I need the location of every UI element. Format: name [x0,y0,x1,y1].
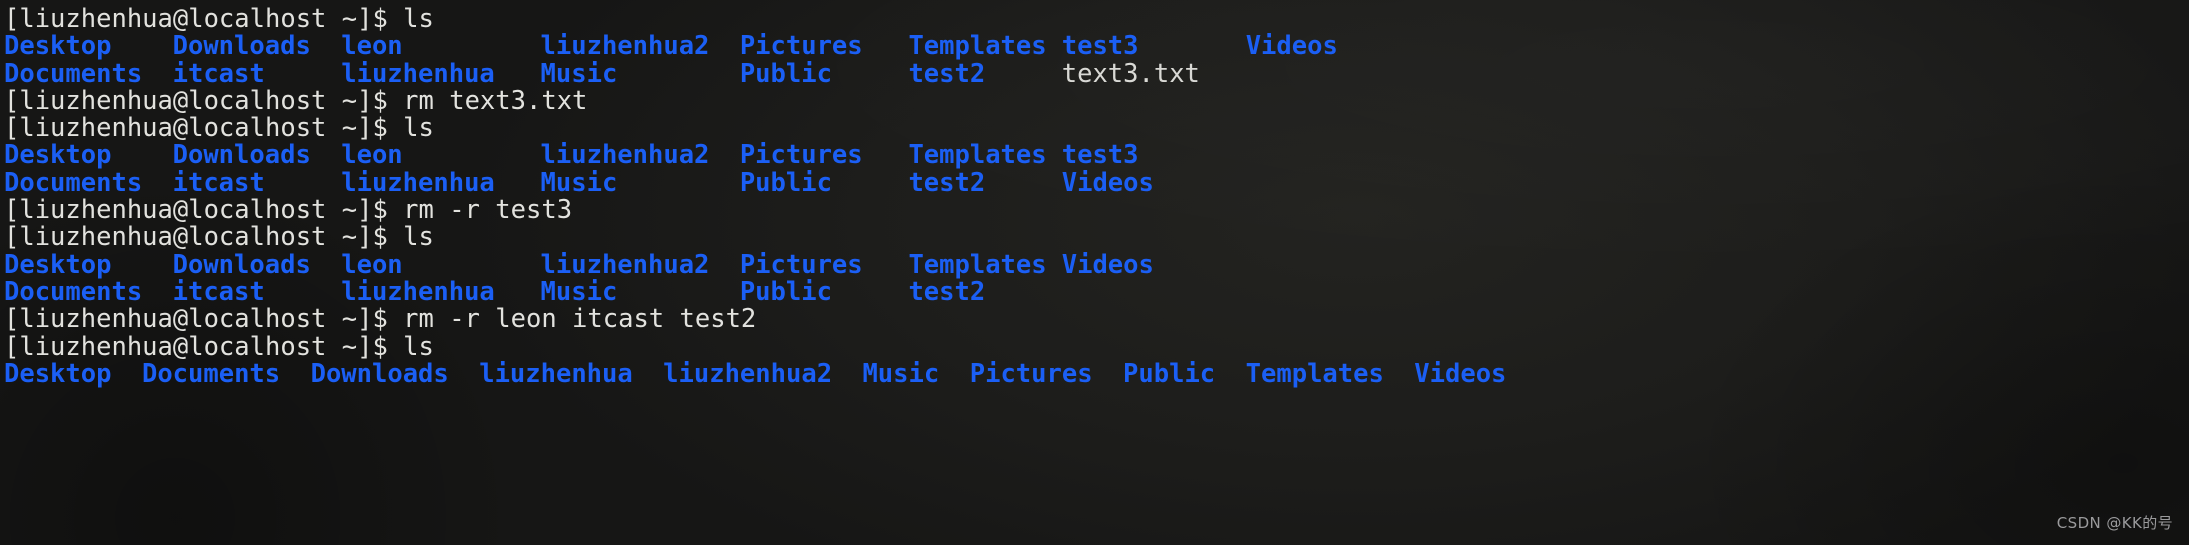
directory-entry: Downloads [172,140,311,171]
directory-entry: Desktop [4,140,112,171]
shell-prompt: [liuzhenhua@localhost ~]$ [4,222,404,253]
shell-command: rm -r leon itcast test2 [403,304,757,335]
directory-entry: Documents [141,358,281,389]
directory-entry: leon [341,249,403,280]
directory-entry: liuzhenhua2 [540,249,710,280]
directory-entry: Templates [1245,358,1384,389]
shell-command: ls [403,331,434,362]
directory-entry: Videos [1414,358,1507,389]
directory-entry: test3 [1061,140,1139,171]
directory-entry: leon [341,31,403,62]
shell-prompt: [liuzhenhua@localhost ~]$ [4,331,404,362]
directory-entry: leon [341,140,403,171]
directory-entry: itcast [172,276,265,307]
directory-entry: liuzhenhua [479,358,633,389]
directory-entry: test2 [908,58,986,89]
shell-command: ls [403,4,434,34]
directory-entry: Music [540,58,618,89]
shell-command: rm -r test3 [403,195,573,226]
ls-output-row: Desktop Downloads leon liuzhenhua2 Pictures T… [4,140,2189,171]
shell-command: rm text3.txt [403,85,588,116]
directory-entry: Downloads [172,249,311,280]
directory-entry: Public [739,167,832,198]
directory-entry: Music [540,276,618,307]
directory-entry: Public [1123,358,1216,389]
directory-entry: liuzhenhua2 [540,140,710,171]
shell-prompt: [liuzhenhua@localhost ~]$ [4,4,404,34]
terminal-command-line: [liuzhenhua@localhost ~]$ rm -r leon itc… [4,304,2189,335]
directory-entry: Desktop [4,31,112,62]
directory-entry: Templates [908,140,1047,171]
directory-entry: itcast [172,167,265,198]
terminal-command-line: [liuzhenhua@localhost ~]$ rm text3.txt [4,85,2189,116]
terminal-command-line: [liuzhenhua@localhost ~]$ ls [4,222,2189,253]
directory-entry: liuzhenhua2 [540,31,710,62]
shell-prompt: [liuzhenhua@localhost ~]$ [4,195,404,226]
directory-entry: Pictures [739,31,863,62]
directory-entry: itcast [172,58,265,89]
directory-entry: Videos [1245,31,1338,62]
directory-entry: test3 [1061,31,1139,62]
shell-prompt: [liuzhenhua@localhost ~]$ [4,85,404,116]
shell-command: ls [403,113,434,144]
ls-output-row: Desktop Downloads leon liuzhenhua2 Pictures T… [4,31,2189,62]
csdn-watermark: CSDN @KK的号 [2056,513,2173,532]
directory-entry: Templates [908,31,1047,62]
directory-entry: Videos [1061,167,1154,198]
directory-entry: Documents [4,167,143,198]
directory-entry: liuzhenhua [341,167,495,198]
directory-entry: liuzhenhua [341,276,495,307]
directory-entry: Pictures [739,249,863,280]
terminal-screen[interactable]: [liuzhenhua@localhost ~]$ ls Desktop Downl… [0,0,2189,388]
ls-output-row: Documents itcast liuzhenhua Music Public test… [4,58,2189,89]
file-entry: text3.txt [1061,58,1200,89]
directory-entry: Music [540,167,618,198]
directory-entry: Desktop [4,249,112,280]
terminal-command-line: [liuzhenhua@localhost ~]$ rm -r test3 [4,195,2189,226]
ls-output-row: Desktop Downloads leon liuzhenhua2 Pictures T… [4,249,2189,280]
directory-entry: liuzhenhua2 [663,358,833,389]
shell-prompt: [liuzhenhua@localhost ~]$ [4,113,404,144]
directory-entry: Documents [4,276,143,307]
directory-entry: Music [862,358,940,389]
directory-entry: Downloads [172,31,311,62]
directory-entry: liuzhenhua [341,58,495,89]
directory-entry: test2 [908,167,986,198]
directory-entry: Desktop [4,358,112,389]
directory-entry: Pictures [969,358,1093,389]
directory-entry: Templates [908,249,1047,280]
shell-command: ls [403,222,434,253]
ls-output-row: Desktop Documents Downloads liuzhenhua liuzh… [4,358,2189,389]
terminal-output-lines: [liuzhenhua@localhost ~]$ ls Desktop Downl… [4,4,2189,389]
directory-entry: Pictures [739,140,863,171]
directory-entry: Downloads [310,358,449,389]
directory-entry: Documents [4,58,143,89]
shell-prompt: [liuzhenhua@localhost ~]$ [4,304,404,335]
ls-output-row: Documents itcast liuzhenhua Music Public test… [4,276,2189,307]
ls-output-row: Documents itcast liuzhenhua Music Public test… [4,167,2189,198]
directory-entry: Public [739,58,832,89]
directory-entry: Public [739,276,832,307]
directory-entry: Videos [1061,249,1154,280]
terminal-command-line: [liuzhenhua@localhost ~]$ ls [4,331,2189,362]
terminal-command-line: [liuzhenhua@localhost ~]$ ls [4,113,2189,144]
directory-entry: test2 [908,276,986,307]
terminal-window[interactable]: [liuzhenhua@localhost ~]$ ls Desktop Downl… [0,0,2189,545]
terminal-command-line: [liuzhenhua@localhost ~]$ ls [4,4,2189,34]
